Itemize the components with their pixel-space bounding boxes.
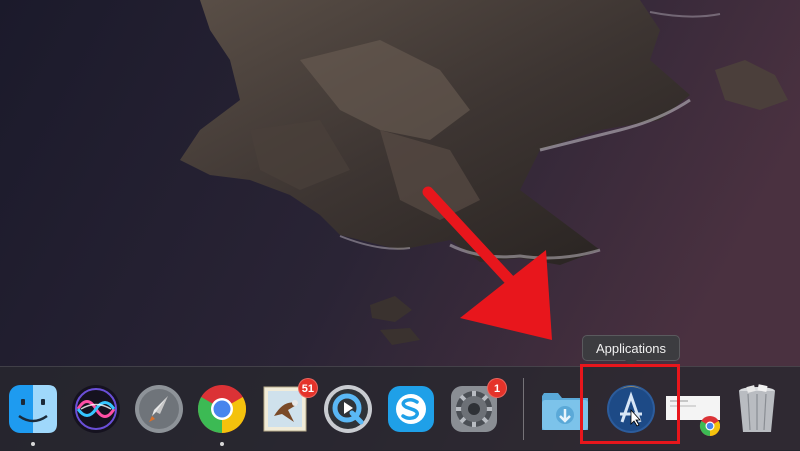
dock-item-skype[interactable] <box>384 382 438 436</box>
dock-separator <box>523 378 524 440</box>
dock-item-system-preferences[interactable]: 1 <box>447 378 507 436</box>
dock-item-siri[interactable] <box>69 382 123 436</box>
skype-icon <box>388 386 434 432</box>
dock-item-launchpad[interactable] <box>132 382 186 436</box>
finder-icon <box>9 385 57 433</box>
running-indicator <box>220 442 224 446</box>
applications-tooltip: Applications <box>582 335 680 361</box>
dock-item-trash[interactable] <box>730 382 784 436</box>
trash-icon <box>739 384 775 432</box>
siri-icon <box>72 385 120 433</box>
chrome-icon <box>197 385 247 433</box>
red-highlight-box <box>580 364 680 444</box>
dock-item-finder[interactable] <box>6 382 60 446</box>
dock-item-chrome[interactable] <box>195 382 249 446</box>
running-indicator <box>31 442 35 446</box>
quicktime-icon <box>324 385 372 433</box>
dock-item-mail[interactable]: 51 <box>258 378 318 436</box>
dock-item-quicktime[interactable] <box>321 382 375 436</box>
launchpad-icon <box>135 385 183 433</box>
mail-unread-badge: 51 <box>297 378 318 398</box>
system-preferences-update-badge: 1 <box>487 378 507 398</box>
